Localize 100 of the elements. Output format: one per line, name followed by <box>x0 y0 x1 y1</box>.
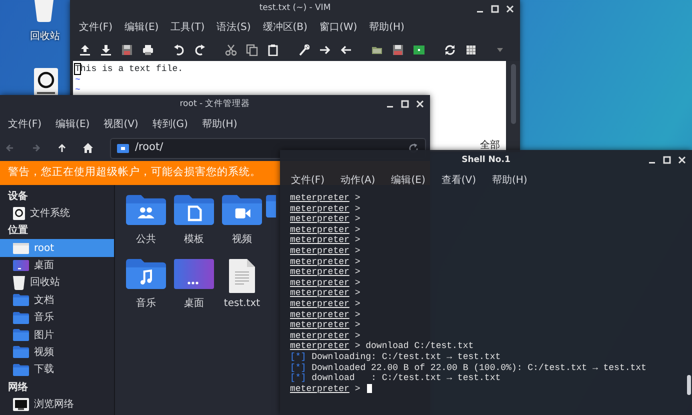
terminal-line: meterpreter > <box>290 246 362 257</box>
upload-icon[interactable] <box>79 44 91 56</box>
maximize-icon[interactable] <box>663 156 671 164</box>
refresh-icon[interactable] <box>444 44 456 56</box>
terminal-line: meterpreter > <box>290 320 362 331</box>
redo-icon[interactable] <box>194 44 206 56</box>
up-arrow-icon[interactable] <box>56 142 68 154</box>
tilde-marker: ~ <box>75 85 82 96</box>
folder-icon[interactable] <box>222 195 262 225</box>
drive-icon <box>13 207 25 220</box>
file-label[interactable]: 视频 <box>232 232 252 247</box>
desktop-folder-icon <box>13 260 29 271</box>
menu-item[interactable]: 工具(T) <box>170 20 205 35</box>
scrollbar-thumb[interactable] <box>687 375 691 395</box>
folder-icon <box>13 242 29 254</box>
menu-item[interactable]: 编辑(E) <box>56 116 90 132</box>
sidebar-heading: 网络 <box>7 380 29 395</box>
sidebar-item[interactable]: 图片 <box>0 326 114 344</box>
folder-icon <box>117 144 129 152</box>
sidebar-item[interactable]: 下载 <box>0 361 114 379</box>
terminal-line: meterpreter > <box>290 267 362 278</box>
terminal-line: meterpreter > <box>290 235 362 246</box>
menu-item[interactable]: 文件(F) <box>79 20 113 35</box>
sidebar-item[interactable]: 音乐 <box>0 308 114 326</box>
menu-item[interactable]: 文件(F) <box>8 116 42 132</box>
menu-item[interactable]: 帮助(H) <box>369 20 404 35</box>
terminal-line: meterpreter > <box>290 384 362 394</box>
sidebar-item[interactable]: 桌面 <box>0 256 114 274</box>
menu-item[interactable]: 编辑(E) <box>124 20 159 35</box>
close-icon[interactable] <box>678 156 686 164</box>
window-title: root - 文件管理器 <box>180 98 250 110</box>
copy-icon[interactable] <box>246 44 258 56</box>
maximize-icon[interactable] <box>491 4 499 12</box>
save-session-icon[interactable] <box>392 44 404 56</box>
desktop-icon-label[interactable]: 回收站 <box>30 29 60 44</box>
file-label[interactable]: 模板 <box>184 232 204 247</box>
sidebar-item[interactable]: 文档 <box>0 292 114 309</box>
menu-item[interactable]: 语法(S) <box>216 20 251 35</box>
folder-icon[interactable] <box>174 195 214 225</box>
sidebar-heading: 位置 <box>6 224 29 238</box>
save-icon[interactable] <box>121 44 133 56</box>
left-arrow-icon[interactable] <box>340 44 352 56</box>
right-arrow-icon[interactable] <box>319 44 331 56</box>
menu-item[interactable]: 帮助(H) <box>202 116 238 132</box>
file-label[interactable]: test.txt <box>224 296 260 311</box>
menu-item[interactable]: 文件(F) <box>291 172 325 188</box>
home-icon[interactable] <box>82 142 94 154</box>
caret-icon[interactable] <box>496 46 504 52</box>
sidebar-item[interactable]: 视频 <box>0 344 114 362</box>
menu-item[interactable]: 视图(V) <box>104 116 138 132</box>
trash-icon <box>13 276 25 290</box>
table-icon[interactable] <box>465 44 477 56</box>
terminal-line: meterpreter > <box>290 214 362 225</box>
document-icon[interactable] <box>229 259 255 293</box>
terminal-line: meterpreter > <box>290 298 362 310</box>
file-label[interactable]: 桌面 <box>184 296 204 311</box>
sidebar-item[interactable]: 回收站 <box>0 274 114 292</box>
window-title: test.txt (~) - VIM <box>259 2 331 15</box>
terminal-line: [*] Downloaded 22.00 B of 22.00 B (100.0%): C:/test.txt → test.txt <box>290 362 646 374</box>
maximize-icon[interactable] <box>401 100 409 108</box>
menu-item[interactable]: 动作(A) <box>340 172 376 188</box>
print-icon[interactable] <box>142 44 154 56</box>
folder-icon[interactable] <box>126 195 166 225</box>
folder-icon <box>13 312 29 324</box>
trash-icon[interactable] <box>32 0 56 22</box>
terminal-line: meterpreter > <box>290 224 362 236</box>
terminal-line: meterpreter > <box>290 310 362 320</box>
sidebar-item[interactable]: 浏览网络 <box>0 396 114 413</box>
download-icon[interactable] <box>100 44 112 56</box>
clipboard-icon[interactable] <box>267 44 279 56</box>
folder-icon <box>13 364 29 376</box>
file-label[interactable]: 公共 <box>136 232 156 247</box>
sidebar-heading: 设备 <box>6 190 29 204</box>
menu-item[interactable]: 窗口(W) <box>319 20 358 35</box>
undo-icon[interactable] <box>173 44 185 56</box>
drive-icon[interactable] <box>34 68 58 96</box>
terminal-line: [*] download : C:/test.txt → test.txt <box>290 373 501 384</box>
file-label[interactable]: 音乐 <box>136 296 156 311</box>
terminal-line: meterpreter > <box>290 204 362 214</box>
folder-icon <box>13 294 29 306</box>
menu-item[interactable]: 转到(G) <box>152 116 188 132</box>
scrollbar[interactable] <box>506 61 520 152</box>
terminal-line: [*] Downloading: C:/test.txt → test.txt <box>290 352 501 362</box>
close-icon[interactable] <box>416 100 424 108</box>
menu-item[interactable]: 编辑(E) <box>391 172 426 188</box>
tilde-marker: ~ <box>75 74 82 85</box>
run-icon[interactable] <box>413 44 425 56</box>
terminal-line: meterpreter > <box>290 193 362 204</box>
terminal-line: meterpreter > <box>290 330 362 342</box>
folder-icon <box>13 329 29 342</box>
folder-icon[interactable] <box>126 259 166 289</box>
window-title: Shell No.1 <box>462 154 510 166</box>
close-icon[interactable] <box>506 4 514 12</box>
menu-item[interactable]: 缓冲区(B) <box>262 20 308 35</box>
terminal-line: meterpreter > <box>290 288 362 299</box>
menu-item[interactable]: 帮助(H) <box>492 172 528 188</box>
sidebar-item[interactable]: 文件系统 <box>0 205 114 222</box>
status-text: 全部 <box>480 140 500 151</box>
scissors-icon[interactable] <box>225 44 237 56</box>
menu-item[interactable]: 查看(V) <box>441 172 476 188</box>
